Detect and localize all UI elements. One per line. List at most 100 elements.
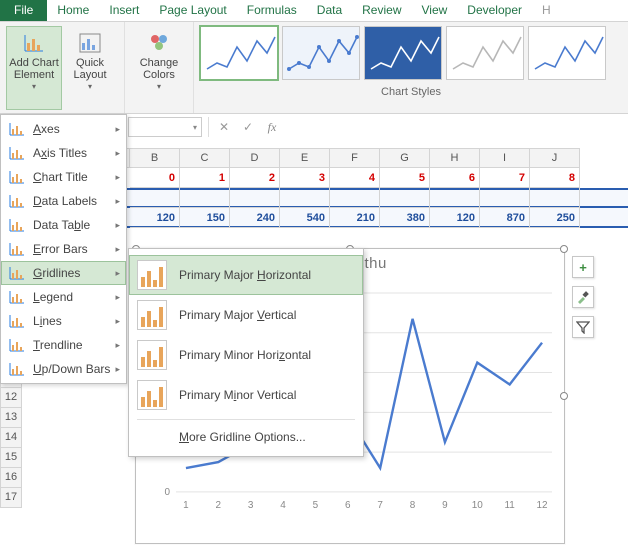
quick-layout-button[interactable]: Quick Layout ▾ (62, 26, 118, 110)
menu-item-trendline[interactable]: Trendline ▸ (1, 333, 126, 357)
svg-text:10: 10 (472, 500, 484, 511)
tab-page-layout[interactable]: Page Layout (149, 0, 236, 21)
cell[interactable]: 0 (130, 168, 180, 188)
chart-style-1[interactable] (200, 26, 278, 80)
cell[interactable]: 6 (430, 168, 480, 188)
cell[interactable]: 7 (480, 168, 530, 188)
tab-formulas[interactable]: Formulas (237, 0, 307, 21)
gridlines-primary-major-vertical[interactable]: Primary Major Vertical (129, 295, 363, 335)
ribbon-group-chart-styles: Chart Styles (194, 22, 628, 113)
menu-item-data-labels[interactable]: Data Labels▸ (1, 189, 126, 213)
cell[interactable] (430, 188, 480, 208)
name-box[interactable]: ▾ (128, 117, 202, 137)
cell[interactable]: 1 (180, 168, 230, 188)
cell[interactable] (530, 188, 580, 208)
column-header-B[interactable]: B (130, 148, 180, 168)
menu-item-data-table[interactable]: Data Table▸ (1, 213, 126, 237)
row-header-12[interactable]: 12 (0, 388, 22, 408)
column-header-J[interactable]: J (530, 148, 580, 168)
submenu-arrow-icon: ▸ (115, 148, 120, 159)
resize-handle[interactable] (560, 245, 568, 253)
cell[interactable]: 8 (530, 168, 580, 188)
column-header-F[interactable]: F (330, 148, 380, 168)
row-header-16[interactable]: 16 (0, 468, 22, 488)
enter-fx-icon[interactable]: ✓ (239, 120, 257, 134)
submenu-arrow-icon: ▸ (115, 316, 120, 327)
tab-home[interactable]: Home (47, 0, 99, 21)
cell[interactable]: 250 (530, 208, 580, 228)
svg-text:7: 7 (377, 500, 383, 511)
column-header-E[interactable]: E (280, 148, 330, 168)
chart-styles-brush-button[interactable] (572, 286, 594, 308)
cell[interactable] (380, 188, 430, 208)
row-header-15[interactable]: 15 (0, 448, 22, 468)
cell[interactable]: 5 (380, 168, 430, 188)
row-header-14[interactable]: 14 (0, 428, 22, 448)
cell[interactable]: 120 (130, 208, 180, 228)
divider (208, 117, 209, 137)
cell[interactable]: 150 (180, 208, 230, 228)
column-header-H[interactable]: H (430, 148, 480, 168)
dropdown-icon: ▾ (32, 82, 36, 91)
menu-item-chart-title[interactable]: Chart Title▸ (1, 165, 126, 189)
gridlines-primary-minor-vertical[interactable]: Primary Minor Vertical (129, 375, 363, 415)
cell[interactable] (180, 188, 230, 208)
cell[interactable]: 380 (380, 208, 430, 228)
gridlines-primary-major-horizontal[interactable]: Primary Major Horizontal (129, 255, 363, 295)
menu-item-error-bars[interactable]: Error Bars▸ (1, 237, 126, 261)
cell[interactable] (130, 188, 180, 208)
menu-item-label: Trendline (33, 338, 83, 352)
column-header-C[interactable]: C (180, 148, 230, 168)
tab-developer[interactable]: Developer (457, 0, 532, 21)
cell[interactable]: 2 (230, 168, 280, 188)
cell[interactable]: 3 (280, 168, 330, 188)
more-gridline-options[interactable]: More Gridline Options... (129, 424, 363, 450)
svg-text:1: 1 (183, 500, 189, 511)
menu-item-label: Data Table (33, 218, 90, 232)
menu-item-axis-titles[interactable]: Axis Titles▸ (1, 141, 126, 165)
resize-handle[interactable] (560, 392, 568, 400)
cell[interactable]: 4 (330, 168, 380, 188)
column-header-G[interactable]: G (380, 148, 430, 168)
add-chart-element-button[interactable]: Add Chart Element ▾ (6, 26, 62, 110)
tab-data[interactable]: Data (307, 0, 352, 21)
cell[interactable] (330, 188, 380, 208)
column-header-D[interactable]: D (230, 148, 280, 168)
cell[interactable]: 120 (430, 208, 480, 228)
add-chart-element-label: Add Chart Element (9, 57, 59, 81)
cell[interactable]: 540 (280, 208, 330, 228)
chart-elements-plus-button[interactable]: + (572, 256, 594, 278)
change-colors-button[interactable]: Change Colors ▾ (131, 26, 187, 110)
menu-item-gridlines[interactable]: Gridlines▸ (1, 261, 126, 285)
menu-item-lines[interactable]: Lines▸ (1, 309, 126, 333)
cell[interactable] (280, 188, 330, 208)
chart-style-4[interactable] (446, 26, 524, 80)
row-header-13[interactable]: 13 (0, 408, 22, 428)
cell[interactable]: 210 (330, 208, 380, 228)
cell[interactable]: 870 (480, 208, 530, 228)
fx-icon[interactable]: fx (263, 120, 281, 135)
cell[interactable] (230, 188, 280, 208)
svg-text:5: 5 (313, 500, 319, 511)
cancel-fx-icon[interactable]: ✕ (215, 120, 233, 134)
menu-item-icon (7, 192, 27, 210)
submenu-arrow-icon: ▸ (115, 340, 120, 351)
tab-truncated[interactable]: H (532, 0, 561, 21)
chart-filter-button[interactable] (572, 316, 594, 338)
tab-insert[interactable]: Insert (99, 0, 149, 21)
chart-style-5[interactable] (528, 26, 606, 80)
cell[interactable] (480, 188, 530, 208)
chart-style-3[interactable] (364, 26, 442, 80)
tab-review[interactable]: Review (352, 0, 411, 21)
cell[interactable]: 240 (230, 208, 280, 228)
row-header-17[interactable]: 17 (0, 488, 22, 508)
tab-view[interactable]: View (412, 0, 458, 21)
chart-style-2[interactable] (282, 26, 360, 80)
menu-item-up-down-bars[interactable]: Up/Down Bars▸ (1, 357, 126, 381)
menu-item-legend[interactable]: Legend▸ (1, 285, 126, 309)
column-header-I[interactable]: I (480, 148, 530, 168)
gridlines-primary-minor-horizontal[interactable]: Primary Minor Horizontal (129, 335, 363, 375)
menu-item-axes[interactable]: Axes▸ (1, 117, 126, 141)
tab-file[interactable]: File (0, 0, 47, 21)
menu-item-icon (7, 168, 27, 186)
